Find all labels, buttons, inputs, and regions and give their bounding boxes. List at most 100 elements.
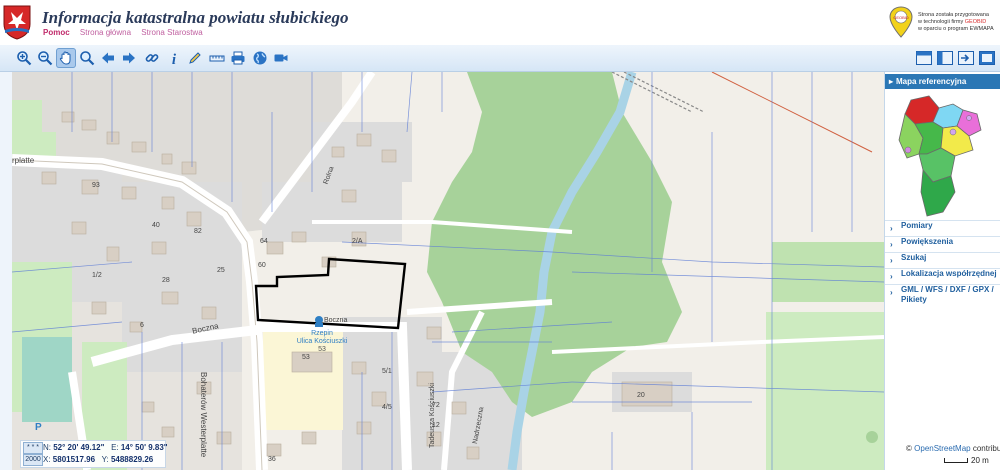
- lat-value: 52° 20' 49.12": [53, 443, 105, 452]
- credit-line-3: w oparciu o program EWMAPA: [918, 26, 994, 32]
- scale-bar-graphic: [944, 458, 968, 464]
- chevron-right-icon: ›: [890, 272, 893, 281]
- arrow-forward-icon: [123, 52, 135, 64]
- parcel-label: 36: [268, 456, 276, 463]
- zoom-in-icon: [17, 51, 32, 66]
- parcel-label: 93: [92, 182, 100, 189]
- y-value: 5488829.26: [110, 455, 154, 464]
- edit-button[interactable]: [185, 48, 205, 68]
- poi-label: Rzepin Ulica Kościuszki 53: [287, 330, 357, 354]
- y-label: Y:: [101, 455, 109, 464]
- reference-map-header[interactable]: ▸ Mapa referencyjna: [885, 74, 1000, 89]
- fullscreen-button[interactable]: [977, 48, 997, 68]
- lat-label: N:: [43, 443, 51, 452]
- x-value: 5801517.96: [52, 455, 96, 464]
- fullscreen-icon: [979, 51, 995, 65]
- info-icon: i: [172, 52, 177, 66]
- info-button[interactable]: i: [164, 48, 184, 68]
- link-button[interactable]: [142, 48, 162, 68]
- reference-map-title: Mapa referencyjna: [896, 77, 967, 86]
- globe-icon: [253, 51, 267, 65]
- help-link[interactable]: Pomoc: [43, 28, 70, 37]
- home-link[interactable]: Strona główna: [80, 28, 131, 37]
- export-button[interactable]: [956, 48, 976, 68]
- scale-bar: 20 m: [944, 456, 989, 465]
- parcel-label: 60: [258, 262, 266, 269]
- chevron-right-icon: ›: [890, 240, 893, 249]
- pan-button[interactable]: [56, 48, 76, 68]
- zoom-window-button[interactable]: [77, 48, 97, 68]
- svg-text:P: P: [35, 422, 42, 433]
- chevron-right-icon: ›: [890, 256, 893, 265]
- credit-note: Strona została przygotowana w technologi…: [918, 12, 998, 33]
- header-links: Pomoc Strona główna Strona Starostwa: [43, 28, 211, 37]
- street-label-westerplatte-short: rplatte: [12, 156, 35, 165]
- lon-value: 14° 50' 9.83": [120, 443, 168, 452]
- pan-hand-icon: [59, 51, 71, 65]
- globe-button[interactable]: [250, 48, 270, 68]
- geobid-logo[interactable]: GEOBID: [889, 6, 913, 38]
- camera-icon: [274, 54, 288, 62]
- coord-xy-row: X: 5801517.96 Y: 5488829.26: [43, 455, 153, 464]
- starostwo-link[interactable]: Strona Starostwa: [141, 28, 202, 37]
- map-svg: P: [12, 72, 884, 470]
- menu-label-lokalizacja: Lokalizacja współrzędnej: [901, 269, 997, 278]
- page-title: Informacja katastralna powiatu słubickie…: [42, 8, 349, 27]
- coord-mode-toggle-bottom[interactable]: 2000: [23, 454, 43, 466]
- parcel-label: 25: [217, 267, 225, 274]
- panel-layout-1-button[interactable]: [914, 48, 934, 68]
- measure-button[interactable]: [207, 48, 227, 68]
- parcel-label: 1/2: [92, 272, 102, 279]
- poi-label-line-1: Rzepin: [311, 330, 333, 337]
- map-toolbar: i: [0, 45, 1000, 72]
- menu-label-powiekszenia: Powiększenia: [901, 237, 954, 246]
- parcel-label: 4/5: [382, 404, 392, 411]
- menu-label-gml-export: GML / WFS / DXF / GPX / Pikiety: [901, 285, 994, 304]
- map-attribution: © OpenStreetMap contributors: [906, 444, 1000, 453]
- parcel-label: 12: [432, 422, 440, 429]
- forward-button[interactable]: [119, 48, 139, 68]
- app-header: Informacja katastralna powiatu słubickie…: [0, 0, 1000, 46]
- panel-layout-2-button[interactable]: [935, 48, 955, 68]
- street-label-boczna-2: Boczna: [324, 317, 348, 324]
- link-icon: [145, 54, 159, 62]
- attribution-suffix: contributors: [972, 444, 1000, 453]
- panel-layout-1-icon: [916, 51, 932, 65]
- zoom-out-button[interactable]: [35, 48, 55, 68]
- copyright-symbol: ©: [906, 444, 912, 453]
- menu-item-gml-export[interactable]: › GML / WFS / DXF / GPX / Pikiety: [885, 284, 1000, 312]
- zoom-in-button[interactable]: [14, 48, 34, 68]
- panel-layout-2-icon: [937, 51, 953, 65]
- geobid-logo-text: GEOBID: [893, 15, 909, 20]
- zoom-out-icon: [38, 51, 53, 66]
- back-button[interactable]: [98, 48, 118, 68]
- coordinates-box: * * * 2000 N: 52° 20' 49.12" E: 14° 50' …: [20, 440, 168, 468]
- lon-label: E:: [111, 443, 119, 452]
- reference-map[interactable]: [893, 92, 991, 222]
- street-label-westerplatte: Bohaterów Westerplatte: [199, 372, 208, 458]
- credit-brand-link[interactable]: GEOBID: [965, 19, 986, 25]
- menu-label-pomiary: Pomiary: [901, 221, 933, 230]
- coord-latlon-row: N: 52° 20' 49.12" E: 14° 50' 9.83": [43, 443, 168, 452]
- caret-down-icon: ▸: [889, 77, 894, 86]
- map-canvas[interactable]: P Boczna Bohaterów Westerplatte Rolna Bo…: [12, 72, 884, 470]
- parcel-label: 72: [432, 402, 440, 409]
- poi-marker[interactable]: [315, 316, 323, 327]
- poi-label-line-2: Ulica Kościuszki: [296, 338, 348, 345]
- parcel-label: 6: [140, 322, 144, 329]
- scale-label: 20 m: [971, 456, 989, 465]
- street-label-kosciuszki: Tadeusza Kościuszki: [428, 383, 436, 448]
- print-button[interactable]: [228, 48, 248, 68]
- measure-icon: [209, 55, 225, 62]
- parcel-label: 5/1: [382, 368, 392, 375]
- credit-line-2: w technologii firmy: [918, 19, 964, 25]
- camera-button[interactable]: [271, 48, 291, 68]
- poi-label-line-3: 53: [318, 346, 326, 353]
- print-icon: [231, 51, 245, 65]
- chevron-right-icon: ›: [890, 224, 893, 233]
- osm-link[interactable]: OpenStreetMap: [914, 444, 970, 453]
- coord-mode-toggle-top[interactable]: * * *: [23, 442, 43, 454]
- zoom-window-icon: [80, 51, 95, 66]
- parcel-label: 64: [260, 238, 268, 245]
- parcel-label: 82: [194, 228, 202, 235]
